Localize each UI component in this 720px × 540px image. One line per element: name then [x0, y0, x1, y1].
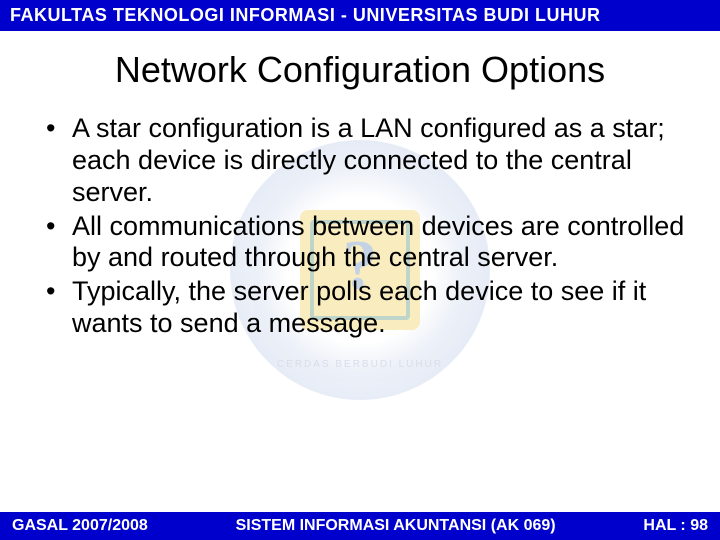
list-item: • All communications between devices are… — [46, 211, 690, 275]
footer-page: HAL : 98 — [633, 517, 708, 535]
list-item: • A star configuration is a LAN configur… — [46, 113, 690, 209]
bullet-text: A star configuration is a LAN configured… — [72, 113, 690, 209]
bullet-icon: • — [46, 113, 72, 145]
bullet-list: • A star configuration is a LAN configur… — [0, 113, 720, 340]
bullet-text: All communications between devices are c… — [72, 211, 690, 275]
slide-title: Network Configuration Options — [0, 49, 720, 91]
footer-course: SISTEM INFORMASI AKUNTANSI (AK 069) — [158, 517, 634, 535]
bullet-icon: • — [46, 211, 72, 243]
footer-term: GASAL 2007/2008 — [12, 517, 158, 535]
bullet-text: Typically, the server polls each device … — [72, 276, 690, 340]
header-bar: FAKULTAS TEKNOLOGI INFORMASI - UNIVERSIT… — [0, 0, 720, 31]
footer-bar: GASAL 2007/2008 SISTEM INFORMASI AKUNTAN… — [0, 512, 720, 540]
bullet-icon: • — [46, 276, 72, 308]
list-item: • Typically, the server polls each devic… — [46, 276, 690, 340]
watermark-motto: CERDAS BERBUDI LUHUR — [230, 359, 490, 370]
